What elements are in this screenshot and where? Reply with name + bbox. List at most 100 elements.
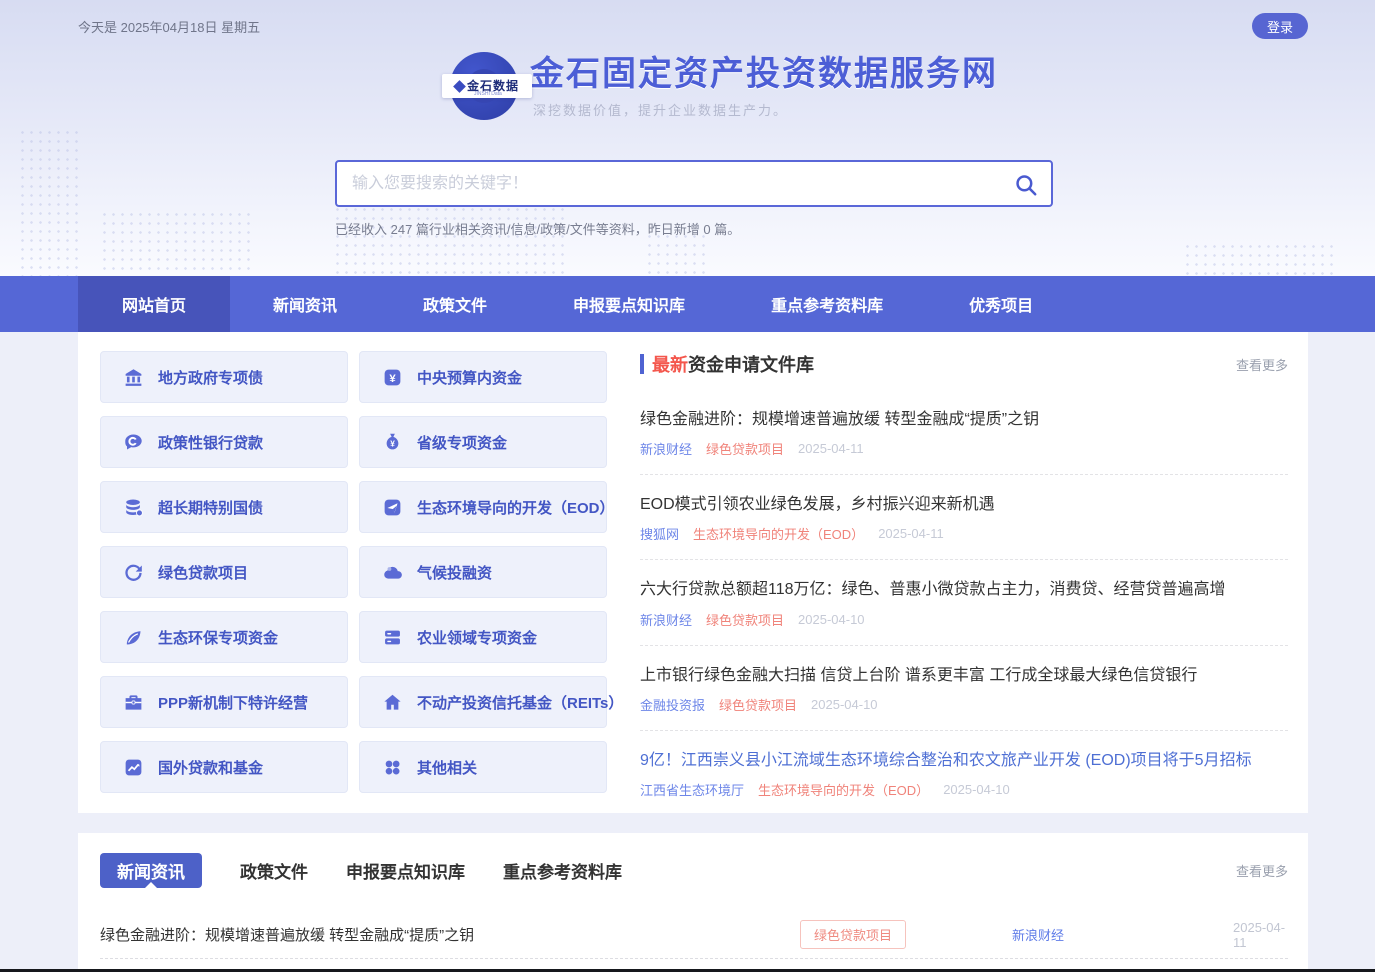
tab-2[interactable]: 申报要点知识库 [346,853,465,888]
news-source-link[interactable]: 金融投资报 [640,695,705,714]
login-button[interactable]: 登录 [1252,13,1308,39]
category-label: 生态环境导向的开发（EOD） [417,497,615,518]
latest-title-highlight: 最新 [652,351,688,377]
category-card-13[interactable]: 其他相关 [359,741,607,793]
site-subtitle: 深挖数据价值，提升企业数据生产力。 [533,100,998,119]
news-title-link[interactable]: 绿色金融进阶：规模增速普遍放缓 转型金融成“提质”之钥 [640,410,1288,429]
tab-3[interactable]: 重点参考资料库 [503,853,622,888]
category-label: 绿色贷款项目 [158,562,248,583]
nav-item-4[interactable]: 重点参考资料库 [728,276,926,332]
nav-item-0[interactable]: 网站首页 [78,276,230,332]
news-source-link[interactable]: 新浪财经 [640,610,692,629]
category-label: 中央预算内资金 [417,367,522,388]
category-card-6[interactable]: 绿色贷款项目 [100,546,348,598]
search-button[interactable] [1013,172,1039,198]
category-label: 地方政府专项债 [158,367,263,388]
search-icon [1013,172,1039,198]
nav-item-1[interactable]: 新闻资讯 [230,276,380,332]
category-label: 政策性银行贷款 [158,432,263,453]
news-tag-badge[interactable]: 绿色贷款项目 [800,920,906,949]
nav-item-3[interactable]: 申报要点知识库 [530,276,728,332]
moneybag-icon: ¥ [382,431,404,453]
building-decoration [18,128,80,276]
building-decoration [645,232,709,276]
logo-diamond-icon [453,80,466,93]
section-accent-bar [640,354,644,374]
brand-text: 金石固定资产投资数据服务网 深挖数据价值，提升企业数据生产力。 [530,52,998,119]
latest-news-item-0: 绿色金融进阶：规模增速普遍放缓 转型金融成“提质”之钥新浪财经绿色贷款项目202… [640,390,1288,475]
category-card-3[interactable]: ¥省级专项资金 [359,416,607,468]
category-grid: 地方政府专项债 ¥ 中央预算内资金政策性银行贷款 ¥省级专项资金超长期特别国债 生态环境… [100,351,607,793]
site-logo[interactable]: 金石数据 JINSHI Data [450,52,518,120]
latest-files-panel: 最新 资金申请文件库 查看更多 绿色金融进阶：规模增速普遍放缓 转型金融成“提质… [640,332,1288,813]
coins-icon [123,496,145,518]
category-card-5[interactable]: 生态环境导向的开发（EOD） [359,481,607,533]
news-view-more-link[interactable]: 查看更多 [1236,861,1288,880]
category-card-0[interactable]: 地方政府专项债 [100,351,348,403]
category-card-11[interactable]: 不动产投资信托基金（REITs） [359,676,607,728]
category-label: 超长期特别国债 [158,497,263,518]
building-decoration [100,210,252,276]
news-tabs-row: 新闻资讯 政策文件 申报要点知识库 重点参考资料库 查看更多 [100,853,1288,888]
category-label: 不动产投资信托基金（REITs） [417,692,623,713]
news-date: 2025-04-10 [811,697,878,712]
category-card-4[interactable]: 超长期特别国债 [100,481,348,533]
news-title-link[interactable]: 9亿！江西崇义县小江流域生态环境综合整治和农文旅产业开发 (EOD)项目将于5月… [640,751,1288,770]
latest-view-more-link[interactable]: 查看更多 [1236,355,1288,374]
chat-icon [123,431,145,453]
bottom-news-row-0: 绿色金融进阶：规模增速普遍放缓 转型金融成“提质”之钥 绿色贷款项目 新浪财经 202… [100,911,1288,959]
category-card-9[interactable]: 农业领域专项资金 [359,611,607,663]
building-decoration [1183,242,1333,276]
plane-icon [382,496,404,518]
news-source-link[interactable]: 新浪财经 [1012,925,1064,944]
news-tag-link[interactable]: 绿色贷款项目 [706,610,784,629]
svg-text:¥: ¥ [389,372,396,384]
tabs-container: 新闻资讯 政策文件 申报要点知识库 重点参考资料库 [100,853,622,888]
chart-icon [123,756,145,778]
news-source-link[interactable]: 江西省生态环境厅 [640,780,744,799]
news-meta: 新浪财经绿色贷款项目 2025-04-10 [640,610,1288,629]
news-date: 2025-04-10 [798,612,865,627]
news-tag-link[interactable]: 绿色贷款项目 [706,439,784,458]
news-tag-link[interactable]: 生态环境导向的开发（EOD） [758,780,929,799]
collection-stats-text: 已经收入 247 篇行业相关资讯/信息/政策/文件等资料，昨日新增 0 篇。 [335,219,1053,238]
news-source-link[interactable]: 搜狐网 [640,524,679,543]
nav-item-5[interactable]: 优秀项目 [926,276,1076,332]
tab-0[interactable]: 新闻资讯 [100,853,202,888]
current-date-text: 今天是 2025年04月18日 星期五 [78,17,260,36]
cards-icon [382,626,404,648]
news-tabs-panel: 新闻资讯 政策文件 申报要点知识库 重点参考资料库 查看更多 绿色金融进阶：规模增速普… [78,833,1308,969]
logo-en-text: JINSHI Data [474,92,502,97]
category-card-1[interactable]: ¥ 中央预算内资金 [359,351,607,403]
category-card-10[interactable]: PPP新机制下特许经营 [100,676,348,728]
topbar: 今天是 2025年04月18日 星期五 登录 [0,0,1375,50]
leaf-icon [123,626,145,648]
news-date: 2025-04-10 [943,782,1010,797]
news-title-link[interactable]: EOD模式引领农业绿色发展，乡村振兴迎来新机遇 [640,495,1288,514]
search-area: 已经收入 247 篇行业相关资讯/信息/政策/文件等资料，昨日新增 0 篇。 [335,160,1053,238]
news-meta: 搜狐网生态环境导向的开发（EOD） 2025-04-11 [640,524,1288,543]
category-label: 国外贷款和基金 [158,757,263,778]
news-tag-link[interactable]: 生态环境导向的开发（EOD） [693,524,864,543]
news-title-link[interactable]: 绿色金融进阶：规模增速普遍放缓 转型金融成“提质”之钥 [100,924,474,945]
nav-item-2[interactable]: 政策文件 [380,276,530,332]
search-input[interactable] [337,162,1051,205]
news-source-link[interactable]: 新浪财经 [640,439,692,458]
category-card-12[interactable]: 国外贷款和基金 [100,741,348,793]
news-date: 2025-04-11 [878,526,944,541]
news-meta: 金融投资报绿色贷款项目 2025-04-10 [640,695,1288,714]
news-title-link[interactable]: 六大行贷款总额超118万亿：绿色、普惠小微贷款占主力，消费贷、经营贷普遍高增 [640,580,1288,599]
latest-panel-header: 最新 资金申请文件库 查看更多 [640,352,1288,376]
tab-1[interactable]: 政策文件 [240,853,308,888]
category-label: 气候投融资 [417,562,492,583]
category-card-2[interactable]: 政策性银行贷款 [100,416,348,468]
category-card-8[interactable]: 生态环保专项资金 [100,611,348,663]
news-meta: 江西省生态环境厅生态环境导向的开发（EOD） 2025-04-10 [640,780,1288,799]
news-date: 2025-04-11 [1233,920,1288,950]
latest-news-item-4: 9亿！江西崇义县小江流域生态环境综合整治和农文旅产业开发 (EOD)项目将于5月… [640,731,1288,815]
news-tag-link[interactable]: 绿色贷款项目 [719,695,797,714]
home-main-panel: 地方政府专项债¥中央预算内资金政策性银行贷款¥省级专项资金超长期特别国债生态环境… [78,332,1308,813]
site-brand[interactable]: 金石数据 JINSHI Data 金石固定资产投资数据服务网 深挖数据价值，提升… [450,52,998,120]
category-card-7[interactable]: 气候投融资 [359,546,607,598]
news-title-link[interactable]: 上市银行绿色金融大扫描 信贷上台阶 谱系更丰富 工行成全球最大绿色信贷银行 [640,666,1288,685]
